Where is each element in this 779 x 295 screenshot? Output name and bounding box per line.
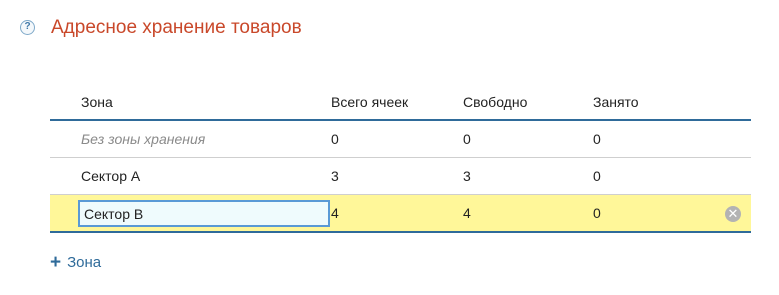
add-zone-label: Зона [67,254,102,271]
close-icon[interactable]: ✕ [725,206,741,222]
total-cells-value: 0 [331,131,339,147]
table-row[interactable]: Сектор А 3 3 0 [50,158,751,195]
total-cells-value: 3 [331,168,339,184]
busy-cells-value: 0 [593,205,601,221]
column-header-total-cells: Всего ячеек [331,93,409,110]
busy-cells-value: 0 [593,168,601,184]
table-row-selected[interactable]: 4 4 0 ✕ [50,195,751,233]
free-cells-value: 0 [463,131,471,147]
plus-icon: + [50,251,62,273]
zones-table: Зона Всего ячеек Свободно Занято Без зон… [50,84,751,233]
free-cells-value: 3 [463,168,471,184]
help-icon[interactable]: ? [20,20,35,35]
column-header-free: Свободно [463,93,528,110]
page: ? Адресное хранение товаров Зона Всего я… [0,0,779,295]
total-cells-value: 4 [331,205,339,221]
zone-name-input[interactable] [78,200,330,227]
zone-name[interactable]: Сектор А [81,168,140,184]
free-cells-value: 4 [463,205,471,221]
table-header-row: Зона Всего ячеек Свободно Занято [50,84,751,121]
column-header-busy: Занято [593,93,639,110]
column-header-zone: Зона [81,93,113,110]
page-title: Адресное хранение товаров [51,17,302,38]
zone-name: Без зоны хранения [81,131,206,147]
add-zone-button[interactable]: + Зона [50,251,102,273]
table-row[interactable]: Без зоны хранения 0 0 0 [50,121,751,158]
busy-cells-value: 0 [593,131,601,147]
